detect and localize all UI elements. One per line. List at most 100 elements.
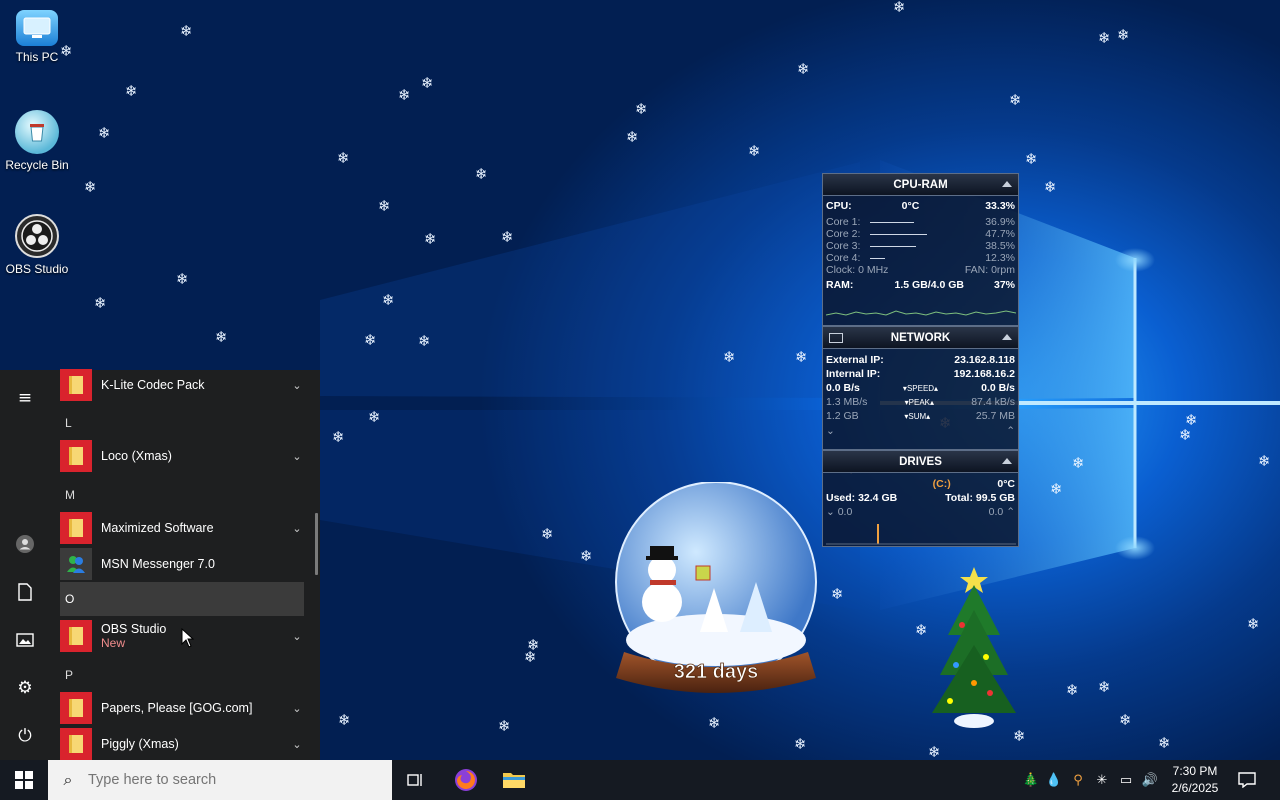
volume-icon[interactable]: 🔊 [1140, 760, 1160, 800]
letter-header-o[interactable]: O [60, 582, 304, 616]
days-counter: 321 days [674, 661, 759, 683]
ram-usage: 1.5 GB/4.0 GB [894, 279, 964, 291]
app-item-loco-xmas[interactable]: Loco (Xmas) ⌄ [60, 438, 306, 474]
recycle-bin-icon [15, 110, 59, 154]
network-icon[interactable]: ▭ [1116, 760, 1136, 800]
snowflake-icon: ❄ [475, 165, 488, 183]
settings-gear-icon[interactable]: ⚙ [13, 676, 37, 700]
monitor-icon [829, 333, 843, 343]
letter-header-l[interactable]: L [65, 416, 72, 430]
search-input[interactable] [88, 772, 378, 788]
app-item-maximized-software[interactable]: Maximized Software ⌄ [60, 510, 306, 546]
collapse-icon[interactable] [1002, 458, 1012, 464]
christmas-tray-icon[interactable]: 🎄 [1020, 760, 1042, 800]
letter-header-m[interactable]: M [65, 488, 75, 502]
taskbar-clock[interactable]: 7:30 PM 2/6/2025 [1162, 763, 1228, 797]
task-view-button[interactable] [392, 760, 440, 800]
taskbar-file-explorer[interactable] [490, 760, 538, 800]
notification-icon[interactable] [1234, 760, 1260, 800]
chevron-down-icon[interactable]: ⌄ [288, 522, 306, 535]
snowflake-icon: ❄ [1247, 615, 1260, 633]
snowflake-icon: ❄ [98, 124, 111, 142]
folder-icon [60, 728, 92, 760]
hamburger-menu-icon[interactable]: ≡ [13, 386, 37, 410]
external-ip-value: 23.162.8.118 [954, 354, 1015, 366]
start-button[interactable] [0, 760, 48, 800]
drive-read: 0.0 [837, 506, 853, 518]
collapse-icon[interactable] [1002, 334, 1012, 340]
app-item-msn-messenger[interactable]: MSN Messenger 7.0 [60, 546, 306, 582]
power-icon[interactable]: ⏻ [13, 724, 37, 748]
snowflake-icon: ❄ [1158, 734, 1171, 752]
peak-up: 87.4 kB/s [971, 396, 1015, 408]
snowflake-icon: ❄ [176, 270, 189, 288]
app-item-k-lite-codec-pack[interactable]: K-Lite Codec Pack ⌄ [60, 367, 306, 403]
desktop-icon-this-pc[interactable]: This PC [4, 6, 70, 64]
app-name: K-Lite Codec Pack [101, 378, 205, 392]
app-name-text: OBS Studio [101, 622, 167, 636]
letter-header-p[interactable]: P [65, 668, 73, 682]
snowflake-icon: ❄ [1098, 29, 1111, 47]
gadget-title: CPU-RAM [893, 178, 948, 191]
chevron-down-icon[interactable]: ⌄ [288, 702, 306, 715]
snowflake-icon: ❄ [524, 648, 537, 666]
letter-label: O [65, 592, 75, 606]
user-account-icon[interactable] [13, 532, 37, 556]
chevron-down-icon[interactable]: ⌄ [288, 738, 306, 751]
folder-icon [60, 369, 92, 401]
chevron-down-icon[interactable]: ⌄ [288, 630, 306, 643]
core-bar-track [864, 233, 985, 235]
gadget-title: DRIVES [899, 455, 942, 468]
folder-icon [60, 620, 92, 652]
gadget-header: DRIVES [823, 451, 1018, 473]
windows-logo-icon [15, 771, 33, 789]
cpu-clock: Clock: 0 MHz [826, 264, 889, 276]
snowflake-icon: ❄ [1098, 678, 1111, 696]
core-usage-bar [870, 233, 927, 235]
start-menu-rail: ≡ ⚙ ⏻ [0, 370, 50, 760]
speed-up: 0.0 B/s [981, 382, 1015, 394]
drives-gadget: DRIVES (C:) 0°C Used: 32.4 GB Total: 99.5 … [822, 450, 1019, 547]
snowflake-icon: ❄ [1072, 454, 1085, 472]
sum-down: 1.2 GB [826, 410, 859, 422]
obs-logo-icon [15, 214, 59, 258]
drive-letter: (C:) [932, 478, 951, 490]
chevron-down-icon[interactable]: ⌄ [288, 450, 306, 463]
core-value: 36.9% [985, 216, 1015, 228]
app-item-piggly-xmas[interactable]: Piggly (Xmas) ⌄ [60, 726, 306, 762]
app-list-scrollbar[interactable] [315, 513, 318, 575]
app-name: Loco (Xmas) [101, 449, 172, 463]
desktop-icon-obs-studio[interactable]: OBS Studio [4, 214, 70, 276]
clock-time: 7:30 PM [1172, 764, 1218, 778]
external-ip-label: External IP: [826, 354, 884, 366]
upload-icon: ⌃ [1006, 425, 1015, 437]
snowflake-tray-icon[interactable]: ✳ [1092, 760, 1112, 800]
core-row: Core 3: 38.5% [823, 240, 1018, 252]
core-value: 38.5% [985, 240, 1015, 252]
app-item-papers-please[interactable]: Papers, Please [GOG.com] ⌄ [60, 690, 306, 726]
snowflake-icon: ❄ [795, 348, 808, 366]
droplet-tray-icon[interactable]: 💧 [1044, 760, 1064, 800]
core-bar-track [864, 245, 985, 247]
collapse-icon[interactable] [1002, 181, 1012, 187]
gadget-header: NETWORK [823, 327, 1018, 349]
pictures-icon[interactable] [13, 628, 37, 652]
documents-icon[interactable] [13, 580, 37, 604]
taskbar: ⌕ 🎄 💧 ⚲ ✳ ▭ 🔊 7:30 PM 2/6/2025 [0, 760, 1280, 800]
internal-ip-row: Internal IP: 192.168.16.2 [823, 368, 1018, 380]
drive-usage-row: Used: 32.4 GB Total: 99.5 GB [823, 492, 1018, 504]
taskbar-firefox[interactable] [442, 760, 490, 800]
snowflake-icon: ❄ [1117, 26, 1130, 44]
snowflake-icon: ❄ [794, 735, 807, 753]
desktop-icon-recycle-bin[interactable]: Recycle Bin [4, 110, 70, 172]
drive-write: 0.0 [988, 506, 1004, 518]
folder-icon [60, 692, 92, 724]
search-icon: ⌕ [63, 770, 73, 789]
taskbar-search-box[interactable]: ⌕ [48, 760, 392, 800]
chevron-down-icon[interactable]: ⌄ [288, 379, 306, 392]
core-label: Core 1: [826, 216, 861, 228]
snowflake-icon: ❄ [748, 142, 761, 160]
task-view-icon [407, 774, 422, 786]
app-name: MSN Messenger 7.0 [101, 557, 215, 571]
search-tray-icon[interactable]: ⚲ [1068, 760, 1088, 800]
